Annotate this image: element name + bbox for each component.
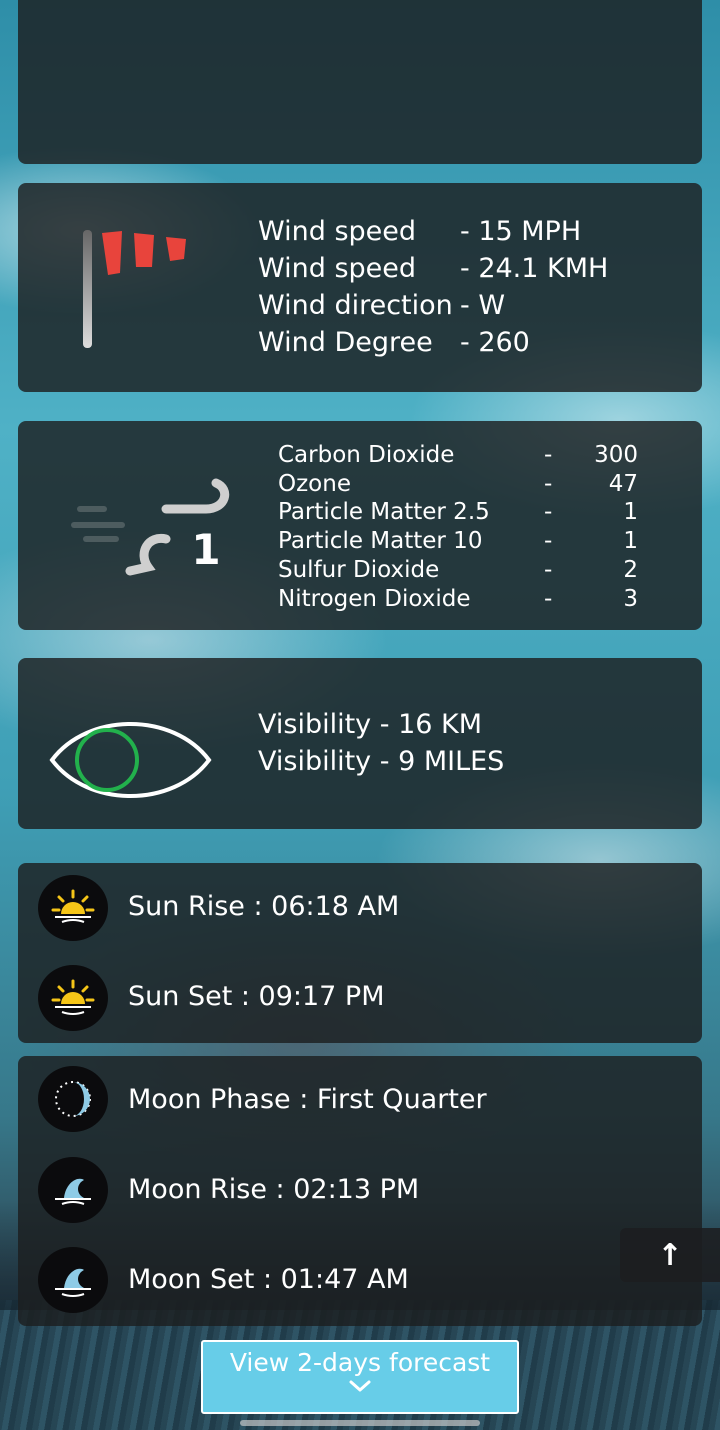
wind-row: Wind speed - 15 MPH (258, 213, 608, 250)
wind-label: Wind direction (258, 290, 453, 321)
home-indicator (240, 1420, 480, 1426)
moon-card: Moon Phase : First Quarter Moon Rise : 0… (18, 1056, 702, 1326)
aq-dash: - (544, 499, 553, 526)
aq-dash: - (544, 585, 553, 612)
eye-icon (49, 722, 212, 798)
aq-label: Sulfur Dioxide (278, 556, 440, 583)
aq-row: Ozone - 47 (278, 470, 638, 499)
chevron-down-icon (349, 1380, 371, 1392)
aq-value: 47 (608, 470, 638, 497)
aq-label: Carbon Dioxide (278, 442, 455, 468)
wind-value: - W (460, 290, 506, 321)
wind-label: Wind Degree (258, 327, 433, 358)
air-quality-details: Carbon Dioxide - 300 Ozone - 47 Particle Mat… (278, 441, 638, 613)
moonset-text: Moon Set : 01:47 AM (128, 1264, 409, 1295)
sunrise-text: Sun Rise : 06:18 AM (128, 891, 400, 922)
aq-row: Particle Matter 2.5 - 1 (278, 498, 638, 527)
arrow-up-icon: ↑ (657, 1237, 683, 1273)
wind-label: Wind speed (258, 216, 417, 247)
aq-dash: - (544, 470, 553, 497)
visibility-miles: Visibility - 9 MILES (258, 746, 505, 777)
aq-value: 300 (594, 442, 638, 468)
wind-value: - 260 (460, 327, 530, 358)
aq-value: 3 (623, 585, 638, 612)
aq-row: Sulfur Dioxide - 2 (278, 556, 638, 585)
aq-label: Ozone (278, 470, 351, 497)
aq-dash: - (544, 528, 553, 555)
scroll-to-top-button[interactable]: ↑ (620, 1228, 720, 1282)
aq-value: 1 (623, 499, 638, 526)
aq-value: 2 (623, 556, 638, 583)
aq-dash: - (544, 442, 553, 468)
aq-label: Nitrogen Dioxide (278, 585, 471, 612)
aq-value: 1 (623, 528, 638, 555)
aq-row: Carbon Dioxide - 300 (278, 441, 638, 470)
moonrise-text: Moon Rise : 02:13 PM (128, 1174, 420, 1205)
wind-details: Wind speed - 15 MPH Wind speed - 24.1 KMH … (258, 213, 608, 361)
windsock-icon (83, 230, 186, 348)
visibility-km: Visibility - 16 KM (258, 709, 483, 740)
weather-card-top (18, 0, 702, 164)
wind-label: Wind speed (258, 253, 417, 284)
moon-phase-icon (38, 1066, 108, 1132)
wind-row: Wind speed - 24.1 KMH (258, 250, 608, 287)
sunset-icon (38, 965, 108, 1031)
aq-dash: - (544, 556, 553, 583)
moon-phase-text: Moon Phase : First Quarter (128, 1084, 487, 1115)
wind-row: Wind direction - W (258, 287, 608, 324)
sunset-text: Sun Set : 09:17 PM (128, 981, 385, 1012)
sunrise-icon (38, 875, 108, 941)
visibility-card: Visibility - 16 KM Visibility - 9 MILES (18, 658, 702, 829)
aqi-value: 1 (191, 525, 220, 574)
aq-label: Particle Matter 10 (278, 528, 483, 555)
sun-card: Sun Rise : 06:18 AM Sun Set : 09:17 PM (18, 863, 702, 1043)
aq-row: Nitrogen Dioxide - 3 (278, 585, 638, 614)
air-quality-icon: 1 (71, 478, 230, 576)
air-quality-card: 1 Carbon Dioxide - 300 Ozone - 47 Particle M… (18, 421, 702, 630)
wind-value: - 24.1 KMH (460, 253, 609, 284)
moonrise-icon (38, 1157, 108, 1223)
aq-label: Particle Matter 2.5 (278, 499, 490, 526)
wind-row: Wind Degree - 260 (258, 324, 608, 361)
moonset-icon (38, 1247, 108, 1313)
wind-value: - 15 MPH (460, 216, 582, 247)
view-forecast-button[interactable]: View 2-days forecast (201, 1340, 519, 1414)
forecast-button-label: View 2-days forecast (229, 1348, 491, 1377)
wind-card: Wind speed - 15 MPH Wind speed - 24.1 KMH … (18, 183, 702, 392)
aq-row: Particle Matter 10 - 1 (278, 527, 638, 556)
visibility-details: Visibility - 16 KM Visibility - 9 MILES (258, 706, 504, 780)
